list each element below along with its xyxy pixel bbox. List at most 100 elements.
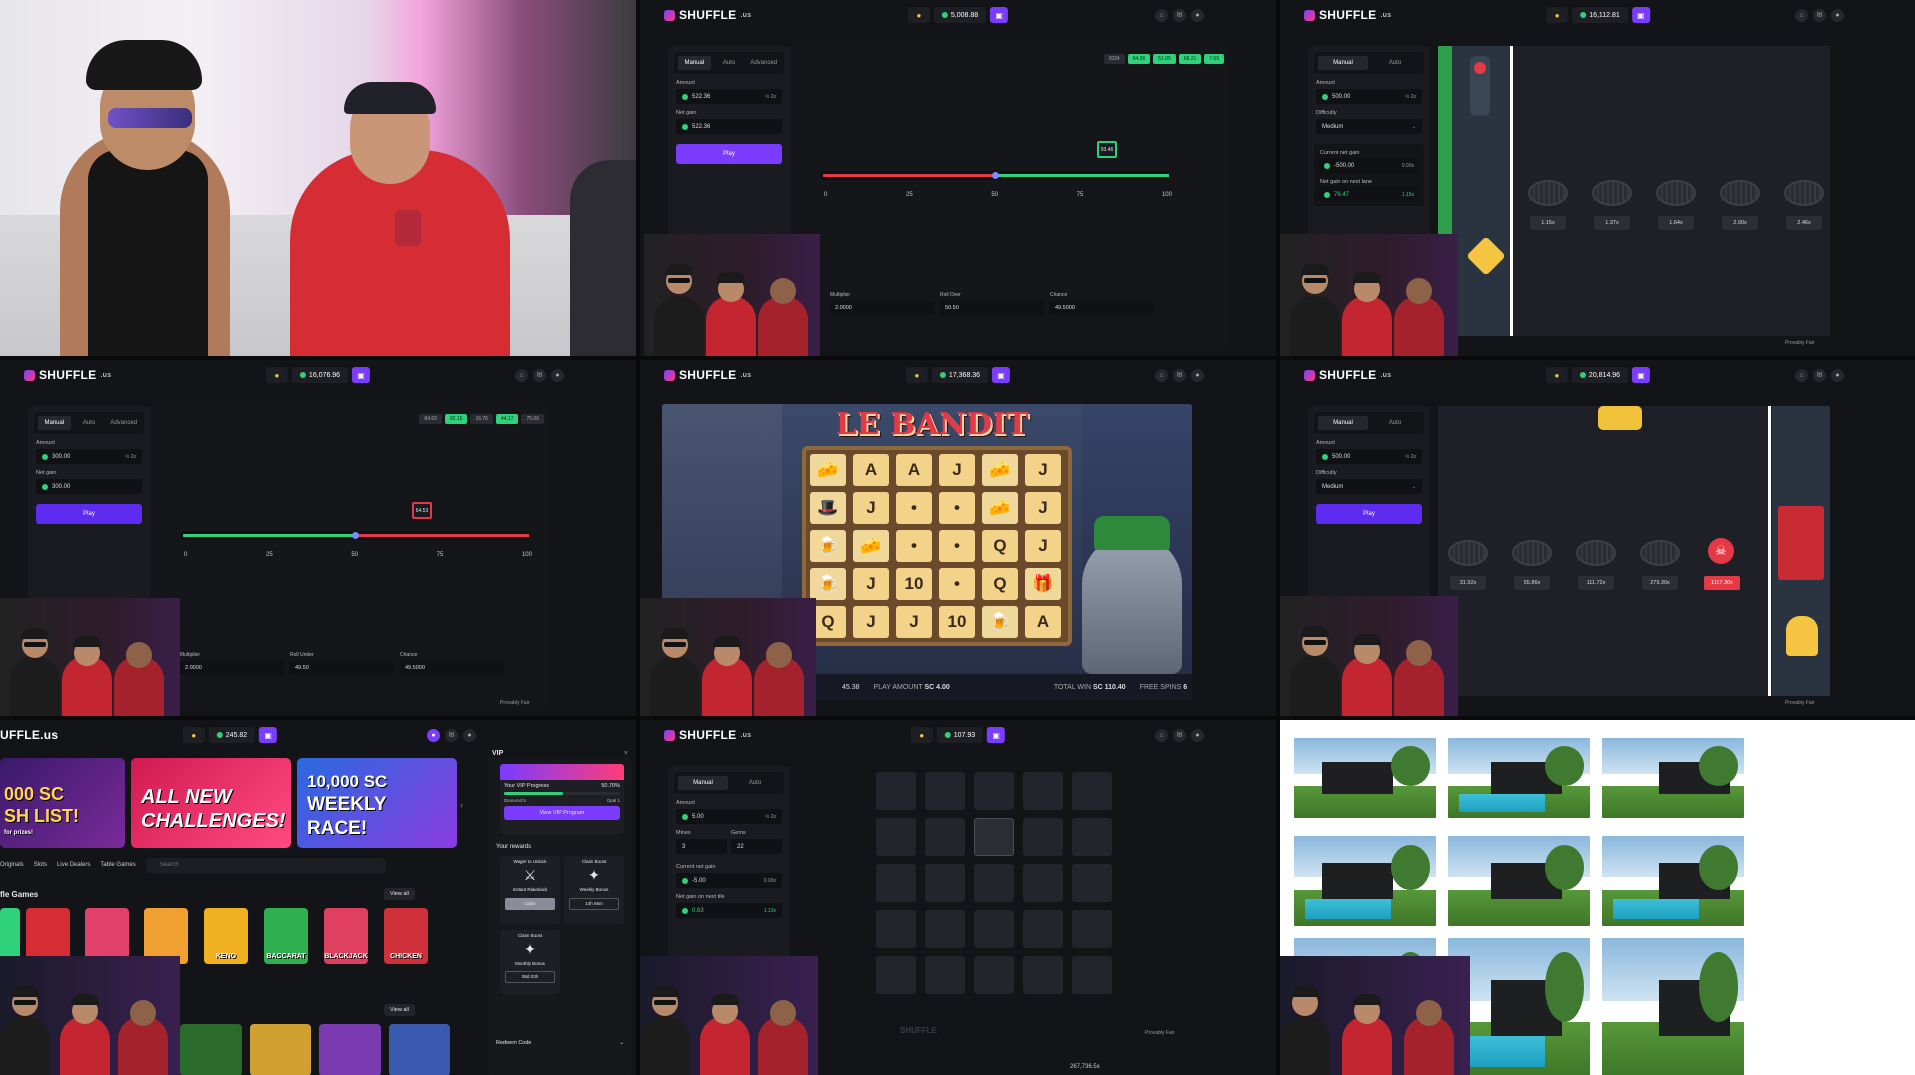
notification-icon[interactable]: ● [463,728,476,742]
home-icon[interactable]: ⌂ [1155,368,1168,382]
provably-fair-link[interactable]: Provably Fair [1785,340,1814,346]
filter-live-dealers[interactable]: Live Dealers [57,862,90,868]
mine-tile[interactable] [1072,910,1112,948]
balance-display[interactable]: 16,076.96 [291,367,349,383]
site-logo[interactable]: SHUFFLE .us [664,728,751,742]
slider-knob[interactable] [992,172,999,179]
tab-auto[interactable]: Auto [713,56,746,70]
amount-input[interactable]: 300.00 ½ 2x [36,449,142,464]
home-icon[interactable]: ⌂ [515,368,528,382]
dice-slider[interactable] [820,171,1172,180]
wallet[interactable]: ● 107.93 ▣ [910,727,1006,743]
home-icon[interactable]: ⌂ [1795,8,1808,22]
gallery-photo[interactable] [1294,738,1436,818]
mine-tile[interactable] [1072,818,1112,856]
chat-icon[interactable]: ✉ [1173,8,1186,22]
gallery-photo[interactable] [1294,836,1436,926]
dice-slider[interactable] [180,531,532,540]
manhole-icon[interactable] [1576,540,1616,566]
promo-banner-3[interactable]: 10,000 SC WEEKLY RACE! [297,758,457,848]
chat-icon[interactable]: ✉ [1813,368,1826,382]
wallet-button[interactable]: ▣ [987,727,1006,743]
amount-input[interactable]: 500.00 ½ 2x [1316,89,1422,104]
game-card-keno[interactable]: KENO [204,908,248,964]
notification-icon[interactable]: ● [1191,8,1204,22]
close-icon[interactable]: × [624,750,628,757]
difficulty-select[interactable]: Medium ⌄ [1316,479,1422,494]
site-logo[interactable]: SHUFFLE .us [664,368,751,382]
play-button[interactable]: Play [36,504,142,524]
chat-icon[interactable]: ✉ [445,728,458,742]
mine-tile[interactable] [1072,956,1112,994]
mine-tile[interactable] [1023,864,1063,902]
balance-display[interactable]: 16,112.81 [1572,7,1628,23]
wallet-button[interactable]: ▣ [992,367,1011,383]
vip-program-button[interactable]: View VIP Program [504,806,620,820]
amount-input[interactable]: 500.00 ½ 2x [1316,449,1422,464]
gallery-photo[interactable] [1448,836,1590,926]
manhole-icon[interactable] [1528,180,1568,206]
multiplier-field[interactable]: Multiplier 2.0000 [180,652,284,675]
manhole-icon[interactable] [1720,180,1760,206]
roll-over-field[interactable]: Roll Over 50.50 [940,292,1044,315]
mine-tile[interactable] [974,818,1014,856]
profile-icon[interactable]: ● [427,728,440,742]
mine-tile[interactable] [876,818,916,856]
redeem-code-row[interactable]: Redeem Code ⌄ [496,1040,624,1046]
tab-manual[interactable]: Manual [678,56,711,70]
manhole-icon[interactable] [1656,180,1696,206]
mine-tile[interactable] [1072,772,1112,810]
tab-manual[interactable]: Manual [38,416,71,430]
mine-tile[interactable] [974,910,1014,948]
play-button[interactable]: Play [1316,504,1422,524]
promo-banner-1[interactable]: 000 SC SH LIST! for prizes! [0,758,125,848]
home-icon[interactable]: ⌂ [1795,368,1808,382]
mine-tile[interactable] [925,818,965,856]
chat-icon[interactable]: ✉ [1813,8,1826,22]
notification-icon[interactable]: ● [1191,368,1204,382]
balance-display[interactable]: 20,814.96 [1571,367,1629,383]
tab-auto[interactable]: Auto [1370,56,1420,70]
mine-tile[interactable] [974,956,1014,994]
play-button[interactable]: Play [676,144,782,164]
tab-manual[interactable]: Manual [1318,416,1368,430]
balance-display[interactable]: 17,368.36 [931,367,989,383]
wallet-button[interactable]: ▣ [990,7,1009,23]
tab-advanced[interactable]: Advanced [107,416,140,430]
mine-tile[interactable] [1023,910,1063,948]
gallery-photo[interactable] [1602,938,1744,1075]
site-logo[interactable]: UFFLE.us [0,728,58,742]
claim-button[interactable]: Claim [505,898,555,910]
roll-under-field[interactable]: Roll Under 49.50 [290,652,394,675]
amount-input[interactable]: 5.00 ½ 2x [676,809,782,824]
balance-display[interactable]: 107.93 [936,727,984,743]
wallet-button[interactable]: ▣ [352,367,371,383]
net-gain-input[interactable]: 522.36 [676,119,782,134]
site-logo[interactable]: SHUFFLE .us [1304,368,1391,382]
manhole-icon[interactable] [1448,540,1488,566]
site-logo[interactable]: SHUFFLE .us [664,8,751,22]
search-input[interactable] [145,857,386,873]
chat-icon[interactable]: ✉ [1173,368,1186,382]
provably-fair-link[interactable]: Provably Fair [1785,700,1814,706]
manhole-icon[interactable] [1512,540,1552,566]
game-card-baccarat[interactable]: BACCARAT [264,908,308,964]
filter-originals[interactable]: Originals [0,862,24,868]
mine-tile[interactable] [1023,956,1063,994]
gallery-photo[interactable] [1602,738,1744,818]
mine-tile[interactable] [925,910,965,948]
wallet-button[interactable]: ▣ [259,727,278,743]
wallet-button[interactable]: ▣ [1631,7,1650,23]
view-all-button[interactable]: View all [384,1004,415,1016]
notification-icon[interactable]: ● [551,368,564,382]
site-logo[interactable]: SHUFFLE .us [24,368,111,382]
balance-display[interactable]: 5,008.88 [933,7,987,23]
manhole-icon[interactable] [1640,540,1680,566]
difficulty-select[interactable]: Medium ⌄ [1316,119,1422,134]
tab-auto[interactable]: Auto [730,776,780,790]
carousel-next-icon[interactable]: › [460,800,463,810]
wallet[interactable]: ● 245.82 ▣ [182,727,278,743]
wallet[interactable]: ● 20,814.96 ▣ [1545,367,1651,383]
tab-advanced[interactable]: Advanced [747,56,780,70]
wallet[interactable]: ● 16,076.96 ▣ [265,367,371,383]
